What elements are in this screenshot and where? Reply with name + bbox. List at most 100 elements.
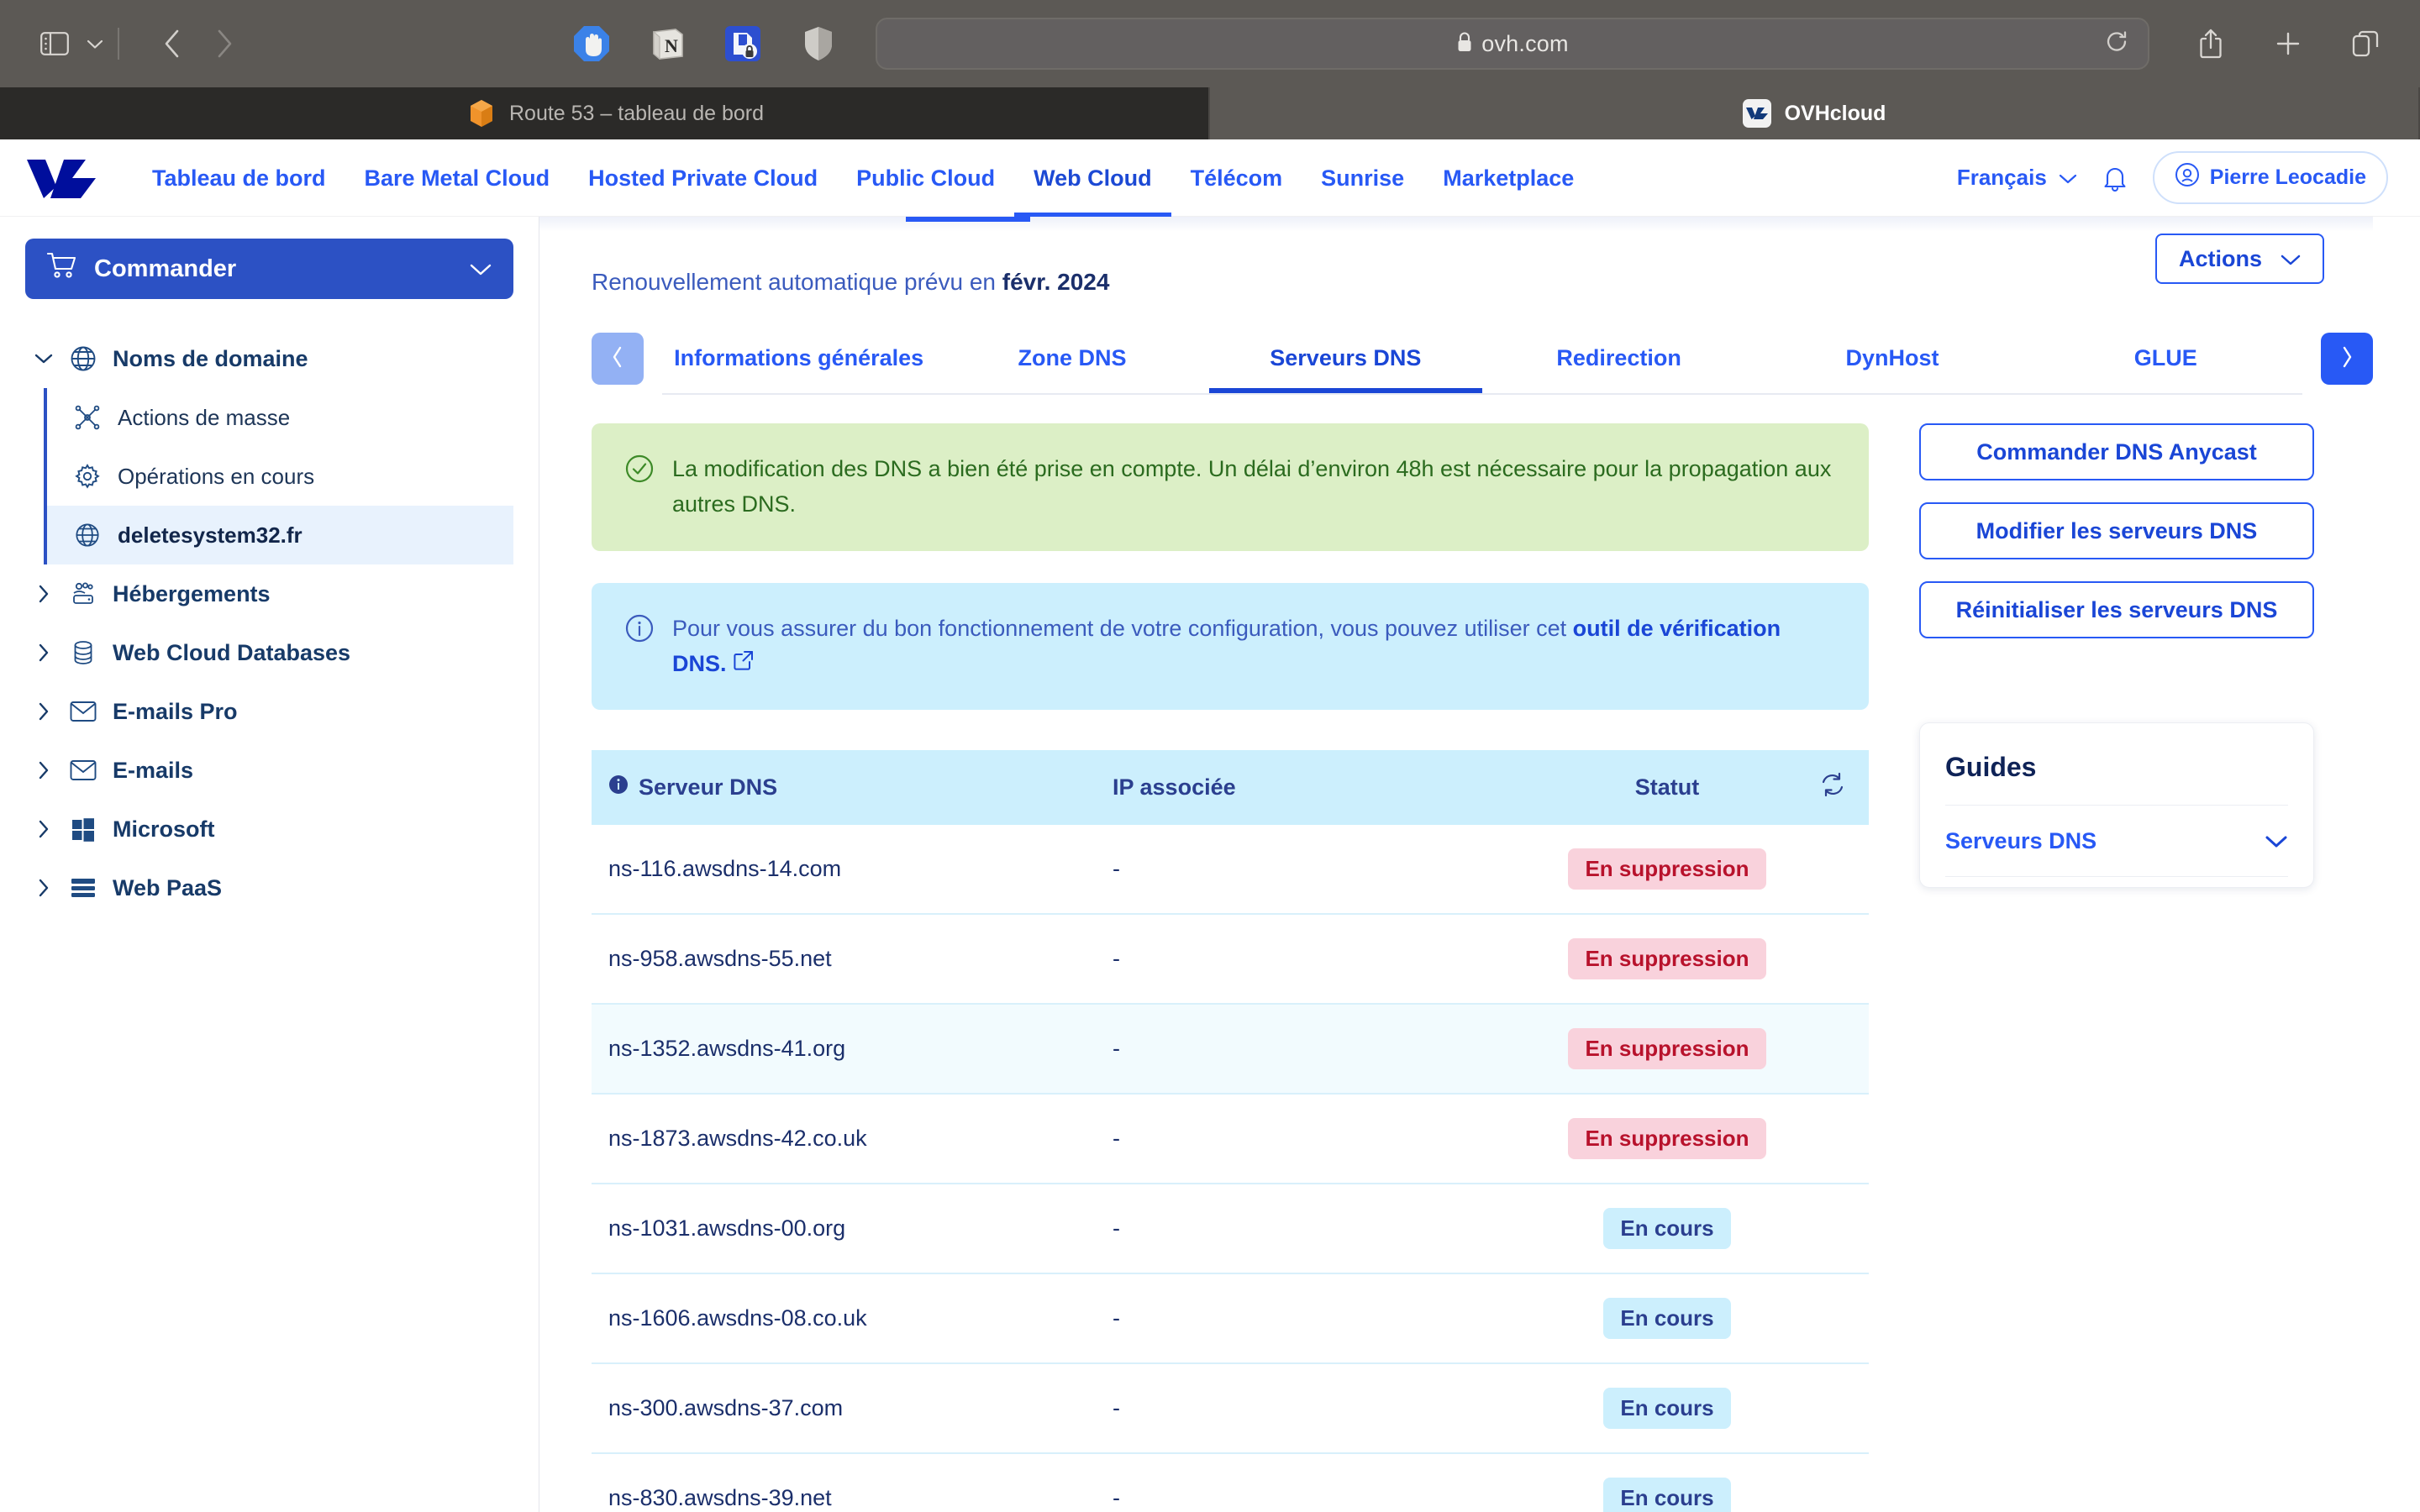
sidebar-item-operations-en-cours[interactable]: Opérations en cours	[47, 447, 513, 506]
tabs-prev-button[interactable]	[592, 333, 644, 385]
order-dns-anycast-button[interactable]: Commander DNS Anycast	[1919, 423, 2314, 480]
cell-ip: -	[1113, 1273, 1533, 1365]
content-left-column: La modification des DNS a bien été prise…	[592, 423, 1869, 1512]
svg-text:N: N	[665, 35, 678, 56]
tab-dynhost[interactable]: DynHost	[1755, 323, 2028, 393]
app-body: Commander Noms de domaine Actions de mas…	[0, 217, 2420, 1512]
column-header-serveur-dns[interactable]: Serveur DNS	[592, 750, 1113, 826]
nav-item-web-cloud[interactable]: Web Cloud	[1014, 139, 1171, 217]
sidebar-item-label: Web PaaS	[113, 874, 223, 900]
tab-zone-dns[interactable]: Zone DNS	[935, 323, 1208, 393]
sidebar-item-deletesystem32-fr[interactable]: deletesystem32.fr	[47, 506, 513, 564]
reload-icon[interactable]	[2104, 29, 2129, 59]
cell-ip: -	[1113, 1184, 1533, 1275]
cell-actions	[1802, 1094, 1869, 1185]
cell-server: ns-300.awsdns-37.com	[592, 1363, 1113, 1455]
table-row[interactable]: ns-830.awsdns-39.net - En cours	[592, 1453, 1869, 1512]
sidebar-toggle-icon[interactable]	[29, 18, 81, 70]
ovh-header-right: Français Pierre Leocadie	[1957, 151, 2388, 204]
cell-status: En suppression	[1533, 825, 1802, 916]
browser-tab-ovhcloud[interactable]: OVHcloud	[1210, 87, 2420, 139]
share-icon[interactable]	[2185, 18, 2237, 70]
browser-tab-strip: Route 53 – tableau de bord OVHcloud	[0, 87, 2420, 139]
back-chevron-icon[interactable]	[146, 18, 198, 70]
ovhcloud-logo[interactable]	[25, 155, 97, 202]
cell-actions	[1802, 1184, 1869, 1275]
notion-icon[interactable]: N	[645, 22, 689, 66]
user-account-button[interactable]: Pierre Leocadie	[2152, 151, 2388, 204]
globe-icon	[62, 345, 104, 372]
tabs-next-button[interactable]	[2321, 333, 2373, 385]
chevron-down-icon	[2265, 828, 2288, 854]
tab-informations-generales[interactable]: Informations générales	[662, 323, 935, 393]
bulk-actions-icon	[67, 405, 108, 430]
sidebar-item-e-mails-pro[interactable]: E-mails Pro	[25, 682, 513, 741]
browser-tab-route53[interactable]: Route 53 – tableau de bord	[0, 87, 1210, 139]
cell-ip: -	[1113, 1004, 1533, 1095]
chevron-down-icon	[2059, 165, 2077, 191]
nav-item-tableau-de-bord[interactable]: Tableau de bord	[133, 139, 345, 217]
nav-item-public-cloud[interactable]: Public Cloud	[837, 139, 1014, 217]
table-row[interactable]: ns-1873.awsdns-42.co.uk - En suppression	[592, 1094, 1869, 1185]
forward-chevron-icon[interactable]	[198, 18, 250, 70]
nav-item-sunrise[interactable]: Sunrise	[1302, 139, 1423, 217]
privacy-shield-icon[interactable]	[797, 22, 840, 66]
cell-actions	[1802, 914, 1869, 1005]
cell-ip: -	[1113, 1094, 1533, 1185]
reset-dns-servers-button[interactable]: Réinitialiser les serveurs DNS	[1919, 581, 2314, 638]
sidebar-item-noms-de-domaine[interactable]: Noms de domaine	[25, 329, 513, 388]
cell-actions	[1802, 1273, 1869, 1365]
address-bar[interactable]: ovh.com	[876, 18, 2149, 70]
language-selector[interactable]: Français	[1957, 165, 2077, 191]
tab-glue[interactable]: GLUE	[2029, 323, 2302, 393]
info-icon[interactable]	[608, 774, 629, 801]
guides-item-serveurs-dns[interactable]: Serveurs DNS	[1945, 806, 2288, 876]
nav-item-marketplace[interactable]: Marketplace	[1423, 139, 1593, 217]
actions-button[interactable]: Actions	[2154, 234, 2324, 284]
plus-icon[interactable]	[2262, 18, 2314, 70]
user-name-label: Pierre Leocadie	[2209, 165, 2366, 189]
modify-dns-servers-button[interactable]: Modifier les serveurs DNS	[1919, 502, 2314, 559]
table-refresh-button[interactable]	[1802, 750, 1869, 826]
refresh-icon[interactable]	[1820, 773, 1845, 802]
cell-server: ns-1031.awsdns-00.org	[592, 1184, 1113, 1275]
table-row[interactable]: ns-1031.awsdns-00.org - En cours	[592, 1184, 1869, 1275]
password-manager-icon[interactable]	[721, 22, 765, 66]
table-row[interactable]: ns-1606.awsdns-08.co.uk - En cours	[592, 1273, 1869, 1365]
ovhcloud-icon	[1742, 99, 1771, 128]
sidebar-item-web-paas[interactable]: Web PaaS	[25, 858, 513, 917]
nav-item-hosted-private-cloud[interactable]: Hosted Private Cloud	[569, 139, 837, 217]
tab-overview-icon[interactable]	[2339, 18, 2391, 70]
status-badge: En cours	[1603, 1298, 1731, 1340]
status-badge: En suppression	[1568, 1118, 1766, 1160]
column-header-statut[interactable]: Statut	[1533, 750, 1802, 826]
order-button[interactable]: Commander	[25, 239, 513, 299]
nav-item-bare-metal-cloud[interactable]: Bare Metal Cloud	[345, 139, 570, 217]
table-row[interactable]: ns-116.awsdns-14.com - En suppression	[592, 825, 1869, 916]
windows-icon	[62, 816, 104, 842]
sidebar-item-hebergements[interactable]: Hébergements	[25, 564, 513, 623]
sidebar-options-chevron-icon[interactable]	[81, 18, 109, 70]
sidebar-item-actions-de-masse[interactable]: Actions de masse	[47, 388, 513, 447]
column-header-ip-associee[interactable]: IP associée	[1113, 750, 1533, 826]
status-badge: En cours	[1603, 1478, 1731, 1512]
toolbar-right-group	[2185, 18, 2391, 70]
sidebar-item-label: Web Cloud Databases	[113, 639, 351, 665]
tab-redirection[interactable]: Redirection	[1482, 323, 1755, 393]
table-row[interactable]: ns-958.awsdns-55.net - En suppression	[592, 914, 1869, 1005]
sidebar-item-e-mails[interactable]: E-mails	[25, 741, 513, 800]
table-row[interactable]: ns-1352.awsdns-41.org - En suppression	[592, 1004, 1869, 1095]
adblock-icon[interactable]	[570, 22, 613, 66]
tab-serveurs-dns[interactable]: Serveurs DNS	[1209, 323, 1482, 393]
sidebar-item-web-cloud-databases[interactable]: Web Cloud Databases	[25, 623, 513, 682]
sidebar-item-microsoft[interactable]: Microsoft	[25, 800, 513, 858]
cell-actions	[1802, 1453, 1869, 1512]
envelope-icon	[62, 759, 104, 781]
nav-item-telecom[interactable]: Télécom	[1171, 139, 1302, 217]
table-row[interactable]: ns-300.awsdns-37.com - En cours	[592, 1363, 1869, 1455]
bell-icon[interactable]	[2102, 165, 2128, 192]
external-link-icon[interactable]	[733, 650, 755, 676]
cell-ip: -	[1113, 825, 1533, 916]
status-badge: En suppression	[1568, 938, 1766, 980]
browser-toolbar: N ovh.com	[0, 0, 2420, 87]
